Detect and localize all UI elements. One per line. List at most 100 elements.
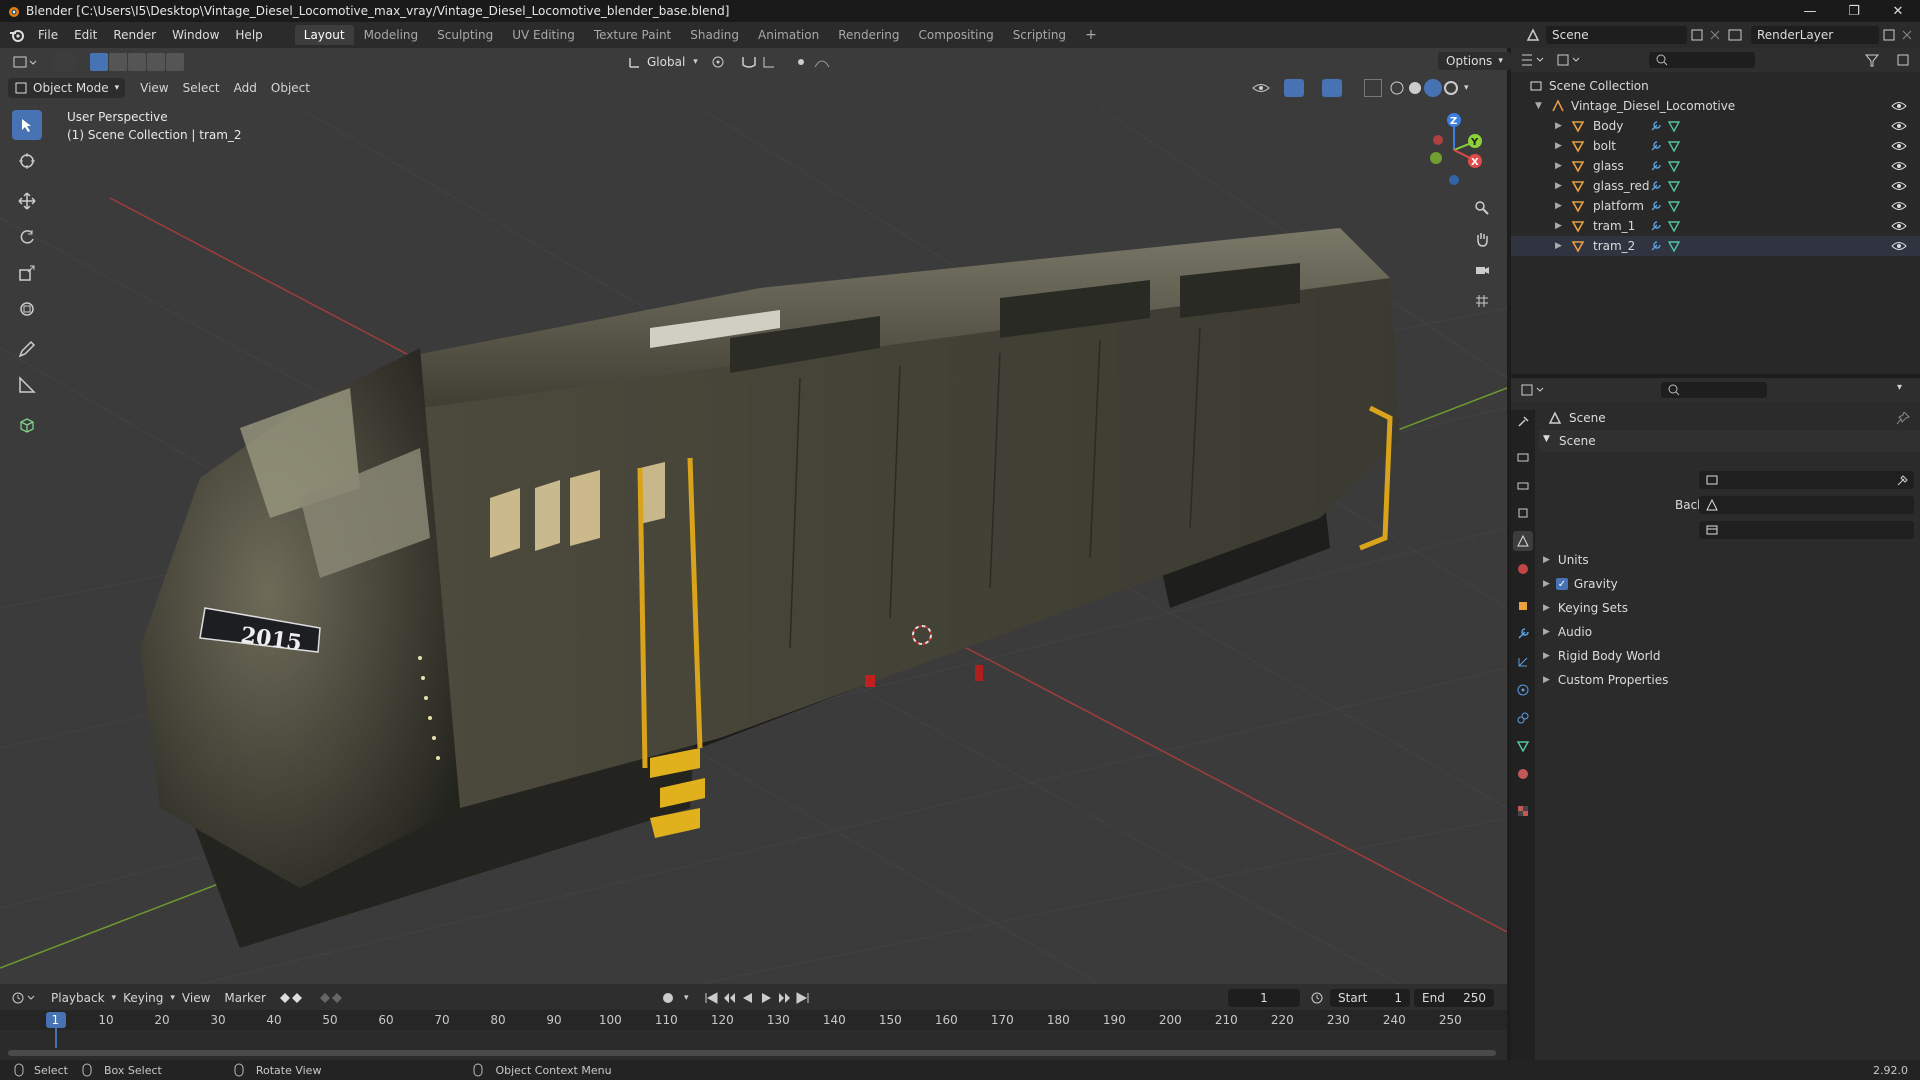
eye-icon[interactable] bbox=[1891, 119, 1907, 133]
tab-layout[interactable]: Layout bbox=[294, 25, 354, 45]
next-keyframe-icon[interactable] bbox=[775, 990, 793, 1006]
tab-view-layer-properties[interactable] bbox=[1513, 503, 1533, 523]
modifier-wrench-icon[interactable] bbox=[1649, 159, 1663, 173]
viewport-menu-add[interactable]: Add bbox=[227, 79, 264, 97]
eye-icon[interactable] bbox=[1891, 239, 1907, 253]
rotate-tool[interactable] bbox=[12, 222, 42, 252]
tab-modeling[interactable]: Modeling bbox=[355, 25, 428, 45]
filter-icon[interactable] bbox=[1863, 52, 1891, 68]
tab-modifier-properties[interactable] bbox=[1513, 624, 1533, 644]
select-mode-new-icon[interactable] bbox=[90, 53, 108, 71]
xray-toggle-icon[interactable] bbox=[1364, 79, 1382, 97]
timeline-menu-view[interactable]: View bbox=[175, 989, 217, 1007]
tab-uv-editing[interactable]: UV Editing bbox=[503, 25, 584, 45]
properties-search-input[interactable] bbox=[1661, 382, 1767, 398]
end-frame-field[interactable]: End 250 bbox=[1414, 989, 1494, 1007]
outliner-object-row[interactable]: ▶ glass bbox=[1511, 156, 1920, 176]
scene-field[interactable]: Scene bbox=[1546, 26, 1687, 44]
select-mode-extend-icon[interactable] bbox=[109, 53, 127, 71]
blender-menu-icon[interactable] bbox=[4, 24, 30, 46]
outliner-object-row[interactable]: ▶ Body bbox=[1511, 116, 1920, 136]
record-icon[interactable] bbox=[660, 990, 684, 1006]
jump-start-icon[interactable] bbox=[703, 990, 721, 1006]
mesh-data-icon[interactable] bbox=[1667, 159, 1681, 173]
camera-view-icon[interactable] bbox=[1470, 258, 1494, 282]
gizmo-toggle-icon[interactable] bbox=[1284, 79, 1304, 97]
new-view-layer-icon[interactable] bbox=[1879, 26, 1899, 44]
select-mode-subtract-icon[interactable] bbox=[128, 53, 146, 71]
timeline-menu-marker[interactable]: Marker bbox=[217, 989, 272, 1007]
chevron-down-icon[interactable]: ▾ bbox=[1897, 382, 1902, 393]
select-mode-invert-icon[interactable] bbox=[147, 53, 165, 71]
tab-constraint-properties[interactable] bbox=[1513, 708, 1533, 728]
expand-triangle-icon[interactable]: ▶ bbox=[1555, 161, 1565, 171]
outliner-object-row[interactable]: ▶ tram_2 bbox=[1511, 236, 1920, 256]
subpanel-units[interactable]: ▶ Units bbox=[1539, 550, 1920, 570]
cursor-tool[interactable] bbox=[12, 146, 42, 176]
outliner-collection-row[interactable]: ▼ Vintage_Diesel_Locomotive bbox=[1511, 96, 1920, 116]
scale-tool[interactable] bbox=[12, 258, 42, 288]
expand-triangle-icon[interactable]: ▶ bbox=[1555, 201, 1565, 211]
gizmo-neg-y-handle[interactable] bbox=[1430, 152, 1442, 164]
collapse-triangle-icon[interactable]: ▼ bbox=[1535, 101, 1545, 111]
pan-hand-icon[interactable] bbox=[1470, 227, 1494, 251]
eye-icon[interactable] bbox=[1891, 219, 1907, 233]
eyedropper-icon[interactable] bbox=[1896, 473, 1910, 487]
gizmo-neg-x-handle[interactable] bbox=[1433, 135, 1443, 145]
snap-icon[interactable] bbox=[738, 53, 760, 71]
solid-shading-icon[interactable] bbox=[1406, 79, 1424, 97]
proportional-editing-icon[interactable] bbox=[790, 53, 812, 71]
timeline-menu-keying[interactable]: Keying bbox=[116, 989, 170, 1007]
remove-scene-icon[interactable] bbox=[1707, 26, 1723, 44]
properties-editor-icon[interactable] bbox=[1519, 382, 1547, 398]
timeline-scrollbar[interactable] bbox=[8, 1050, 1496, 1056]
annotate-tool[interactable] bbox=[12, 334, 42, 364]
outliner-scene-collection[interactable]: Scene Collection bbox=[1511, 76, 1920, 96]
start-frame-field[interactable]: Start 1 bbox=[1330, 989, 1410, 1007]
select-box-tool[interactable] bbox=[12, 110, 42, 140]
viewport-menu-object[interactable]: Object bbox=[264, 79, 317, 97]
timeline-editor-icon[interactable] bbox=[10, 990, 38, 1006]
play-reverse-icon[interactable] bbox=[739, 990, 757, 1006]
remove-view-layer-icon[interactable] bbox=[1899, 26, 1915, 44]
expand-triangle-icon[interactable]: ▶ bbox=[1555, 181, 1565, 191]
modifier-wrench-icon[interactable] bbox=[1649, 119, 1663, 133]
tab-particle-properties[interactable] bbox=[1513, 652, 1533, 672]
snap-target-icon[interactable] bbox=[760, 53, 790, 71]
new-scene-icon[interactable] bbox=[1687, 26, 1707, 44]
expand-triangle-icon[interactable]: ▶ bbox=[1555, 221, 1565, 231]
tab-output-properties[interactable] bbox=[1513, 475, 1533, 495]
subpanel-rigid-body-world[interactable]: ▶ Rigid Body World bbox=[1539, 646, 1920, 666]
modifier-wrench-icon[interactable] bbox=[1649, 179, 1663, 193]
outliner-object-row[interactable]: ▶ glass_red bbox=[1511, 176, 1920, 196]
close-window-button[interactable]: ✕ bbox=[1876, 0, 1920, 22]
modifier-wrench-icon[interactable] bbox=[1649, 199, 1663, 213]
view-layer-icon[interactable] bbox=[1723, 26, 1751, 44]
overlay-toggle-icon[interactable] bbox=[1322, 79, 1342, 97]
modifier-wrench-icon[interactable] bbox=[1649, 239, 1663, 253]
transform-orientation-dropdown[interactable]: Global bbox=[647, 55, 685, 69]
gravity-checkbox[interactable]: ✓ bbox=[1555, 578, 1568, 590]
gizmo-neg-z-handle[interactable] bbox=[1449, 175, 1459, 185]
editor-type-icon[interactable] bbox=[10, 53, 40, 71]
scene-panel-header[interactable] bbox=[1539, 430, 1920, 452]
tab-animation[interactable]: Animation bbox=[749, 25, 828, 45]
tab-render-properties[interactable] bbox=[1513, 447, 1533, 467]
wireframe-shading-icon[interactable] bbox=[1388, 79, 1406, 97]
3d-viewport[interactable]: 2015 bbox=[0, 48, 1507, 984]
pin-icon[interactable] bbox=[1895, 410, 1911, 426]
background-scene-field[interactable] bbox=[1699, 496, 1914, 514]
orthographic-grid-icon[interactable] bbox=[1470, 289, 1494, 313]
subpanel-custom-properties[interactable]: ▶ Custom Properties bbox=[1539, 670, 1920, 690]
mesh-data-icon[interactable] bbox=[1667, 139, 1681, 153]
tab-texture-properties[interactable] bbox=[1513, 801, 1533, 821]
subpanel-gravity[interactable]: ▶ ✓ Gravity bbox=[1539, 574, 1920, 594]
expand-triangle-icon[interactable]: ▶ bbox=[1555, 241, 1565, 251]
mesh-data-icon[interactable] bbox=[1667, 199, 1681, 213]
proportional-falloff-icon[interactable] bbox=[812, 53, 842, 71]
tab-material-properties[interactable] bbox=[1513, 764, 1533, 784]
timeline-menu-playback[interactable]: Playback bbox=[44, 989, 112, 1007]
menu-file[interactable]: File bbox=[30, 28, 66, 42]
tab-data-properties[interactable] bbox=[1513, 736, 1533, 756]
transform-tool[interactable] bbox=[12, 294, 42, 324]
